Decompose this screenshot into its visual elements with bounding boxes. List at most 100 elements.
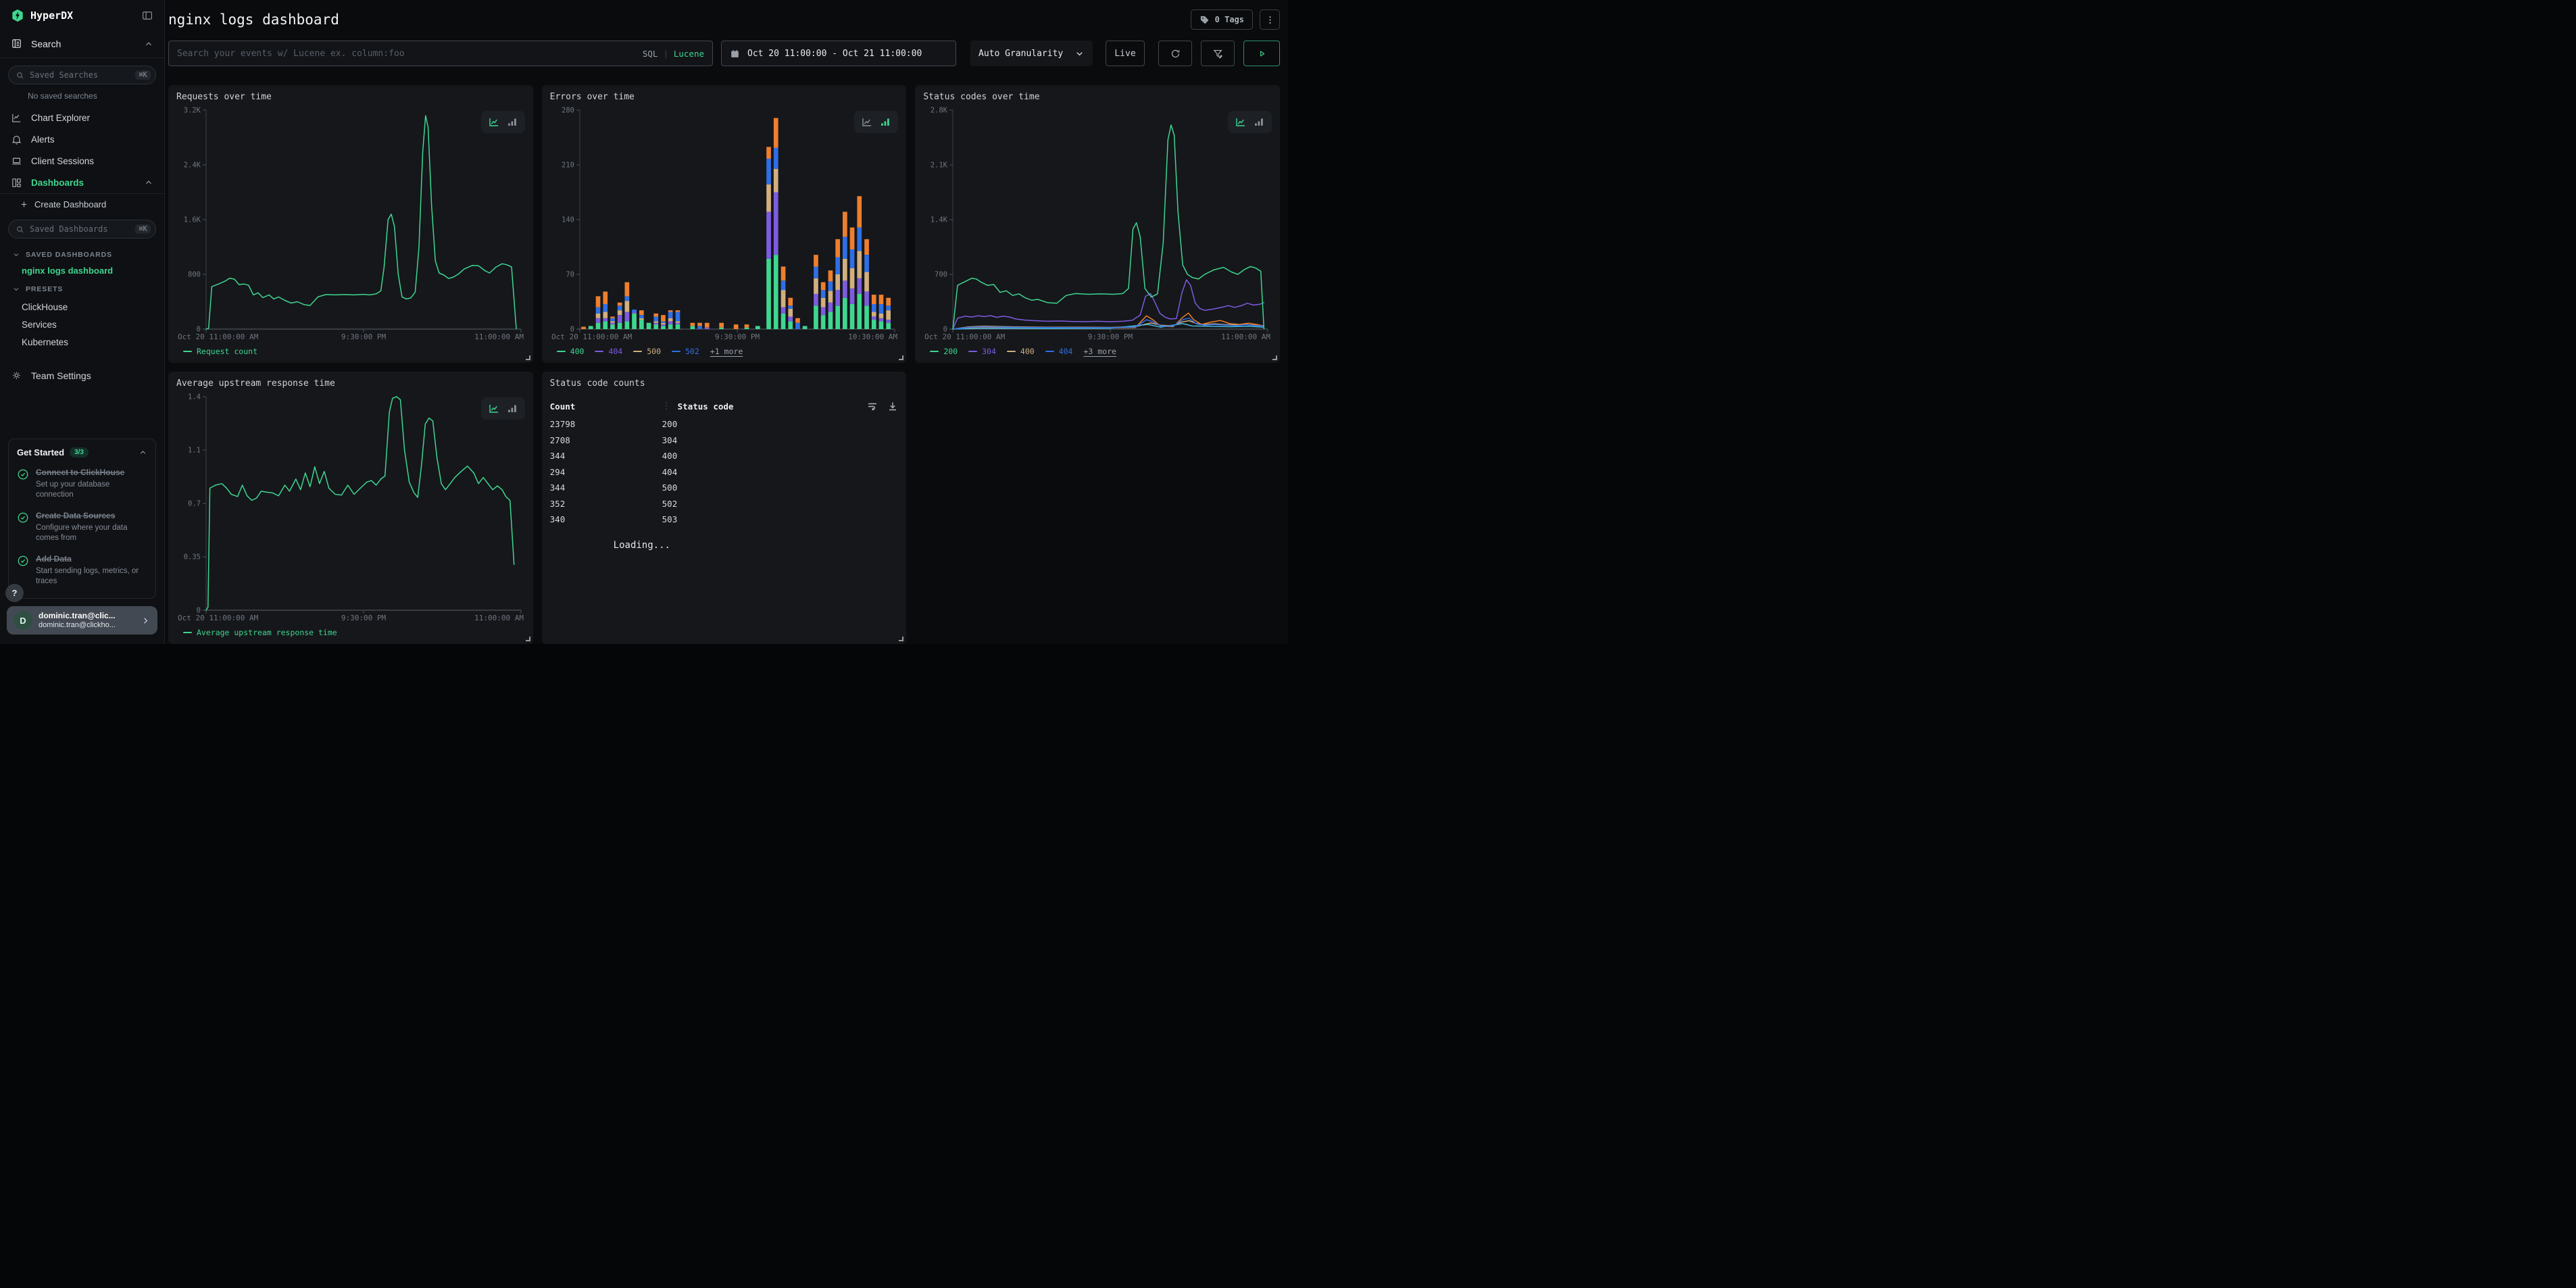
svg-text:0.35: 0.35: [184, 553, 201, 562]
legend-item[interactable]: 304: [968, 347, 996, 356]
sidebar-collapse-icon[interactable]: [141, 9, 153, 22]
cell-status-code: 503: [662, 514, 678, 524]
sidebar-item-nginx-logs-dashboard[interactable]: nginx logs dashboard: [22, 266, 164, 276]
legend-item[interactable]: 404: [1045, 347, 1073, 356]
table-row[interactable]: 344500: [550, 480, 899, 496]
chart-legend: Request count: [176, 343, 525, 360]
get-started-step[interactable]: Create Data SourcesConfigure where your …: [17, 510, 147, 544]
sidebar-item-dashboards[interactable]: Dashboards: [0, 172, 164, 193]
bar-chart-icon[interactable]: [1254, 117, 1264, 127]
average-upstream-response-time-chart[interactable]: 1.41.10.70.350Oct 20 11:00:00 AM9:30:00 …: [176, 390, 525, 624]
table-row[interactable]: 352502: [550, 496, 899, 512]
date-range-button[interactable]: Oct 20 11:00:00 - Oct 21 11:00:00: [721, 41, 956, 66]
tags-button[interactable]: 0 Tags: [1191, 9, 1253, 30]
line-chart-icon[interactable]: [489, 117, 499, 127]
panel-resize-handle[interactable]: [526, 637, 530, 641]
search-icon: [16, 71, 24, 80]
legend-item[interactable]: Request count: [183, 347, 257, 356]
table-row[interactable]: 344400: [550, 448, 899, 464]
bar-chart-icon[interactable]: [880, 117, 891, 127]
hyperdx-logo-icon: [11, 9, 24, 22]
live-button[interactable]: Live: [1106, 41, 1145, 66]
panel-resize-handle[interactable]: [899, 355, 903, 360]
legend-item[interactable]: Average upstream response time: [183, 628, 337, 637]
events-search-input[interactable]: Search your events w/ Lucene ex. column:…: [168, 41, 713, 66]
sidebar-item-kubernetes[interactable]: Kubernetes: [22, 337, 164, 347]
bar-chart-icon[interactable]: [507, 117, 518, 127]
get-started-title: Get Started: [17, 447, 64, 457]
refresh-button[interactable]: [1158, 41, 1192, 66]
chevron-right-icon: [141, 616, 151, 626]
chart-type-toggle[interactable]: [481, 111, 525, 133]
legend-item[interactable]: 500: [633, 347, 661, 356]
sidebar-item-clickhouse[interactable]: ClickHouse: [22, 302, 164, 312]
panel-title: Average upstream response time: [176, 378, 525, 389]
legend-item[interactable]: 400: [557, 347, 585, 356]
saved-dashboards-section-header[interactable]: SAVED DASHBOARDS: [12, 251, 164, 259]
brand-row: HyperDX: [0, 0, 164, 30]
granularity-select[interactable]: Auto Granularity: [970, 41, 1093, 66]
legend-item[interactable]: 400: [1007, 347, 1035, 356]
sql-toggle[interactable]: SQL: [643, 49, 658, 59]
chart-type-toggle[interactable]: [854, 111, 898, 133]
saved-dashboards-input[interactable]: Saved Dashboards ⌘K: [8, 220, 156, 239]
chart-type-toggle[interactable]: [481, 397, 525, 420]
status-codes-over-time-chart[interactable]: 2.8K2.1K1.4K7000Oct 20 11:00:00 AM9:30:0…: [923, 103, 1272, 343]
status-code-table: 2379820027083043444002944043445003525023…: [550, 416, 899, 528]
chevron-up-icon[interactable]: [139, 448, 147, 457]
saved-searches-input[interactable]: Saved Searches ⌘K: [8, 66, 156, 84]
check-circle-icon: [17, 555, 29, 587]
section-header-label: PRESETS: [26, 285, 63, 293]
svg-text:70: 70: [566, 271, 574, 279]
sidebar-item-team-settings[interactable]: Team Settings: [0, 364, 164, 387]
create-dashboard-button[interactable]: Create Dashboard: [0, 194, 164, 212]
table-row[interactable]: 2708304: [550, 432, 899, 449]
filter-button[interactable]: [1201, 41, 1235, 66]
presets-section-header[interactable]: PRESETS: [12, 285, 164, 293]
sidebar-item-client-sessions[interactable]: Client Sessions: [0, 150, 164, 172]
line-chart-icon[interactable]: [489, 403, 499, 414]
bar-chart-icon[interactable]: [507, 403, 518, 414]
kebab-icon: [1265, 15, 1275, 25]
requests-over-time-chart[interactable]: 3.2K2.4K1.6K8000Oct 20 11:00:00 AM9:30:0…: [176, 103, 525, 343]
user-menu[interactable]: D dominic.tran@clic... dominic.tran@clic…: [7, 606, 157, 635]
sidebar-item-chart-explorer[interactable]: Chart Explorer: [0, 107, 164, 128]
legend-item[interactable]: 502: [672, 347, 699, 356]
panel-resize-handle[interactable]: [1272, 355, 1277, 360]
help-button[interactable]: ?: [5, 584, 24, 602]
panel-resize-handle[interactable]: [899, 637, 903, 641]
legend-more-link[interactable]: +3 more: [1083, 347, 1116, 356]
sidebar-section-search[interactable]: Search: [0, 30, 164, 57]
create-dashboard-label: Create Dashboard: [34, 199, 106, 209]
run-query-button[interactable]: [1243, 41, 1280, 66]
sidebar-item-label: Alerts: [31, 134, 55, 145]
sidebar-item-services[interactable]: Services: [22, 320, 164, 330]
column-header-count[interactable]: Count: [550, 401, 662, 412]
get-started-step[interactable]: Connect to ClickHouseSet up your databas…: [17, 466, 147, 501]
legend-item[interactable]: 404: [595, 347, 622, 356]
step-description: Configure where your data comes from: [36, 523, 147, 544]
sidebar: HyperDX Search Saved Searches ⌘K No save…: [0, 0, 165, 644]
more-options-button[interactable]: [1260, 9, 1280, 30]
errors-over-time-chart[interactable]: 280210140700Oct 20 11:00:00 AM9:30:00 PM…: [550, 103, 899, 343]
get-started-step[interactable]: Add DataStart sending logs, metrics, or …: [17, 553, 147, 587]
column-header-status-code[interactable]: Status code: [678, 401, 734, 412]
table-row[interactable]: 23798200: [550, 416, 899, 432]
table-wrap-icon[interactable]: [867, 401, 878, 412]
legend-item[interactable]: 200: [930, 347, 958, 356]
panel-title: Requests over time: [176, 92, 525, 102]
download-icon[interactable]: [887, 401, 898, 412]
plus-icon: [20, 200, 28, 209]
panel-resize-handle[interactable]: [526, 355, 530, 360]
line-chart-icon[interactable]: [1235, 117, 1246, 127]
legend-more-link[interactable]: +1 more: [710, 347, 743, 356]
table-row[interactable]: 340503: [550, 512, 899, 528]
chart-type-toggle[interactable]: [1228, 111, 1272, 133]
sidebar-item-alerts[interactable]: Alerts: [0, 128, 164, 150]
column-drag-handle[interactable]: ⋮: [662, 401, 671, 412]
lucene-toggle[interactable]: Lucene: [674, 49, 704, 59]
user-name: dominic.tran@clic...: [39, 611, 116, 621]
line-chart-icon[interactable]: [862, 117, 872, 127]
table-row[interactable]: 294404: [550, 464, 899, 480]
search-placeholder: Search your events w/ Lucene ex. column:…: [177, 49, 636, 59]
